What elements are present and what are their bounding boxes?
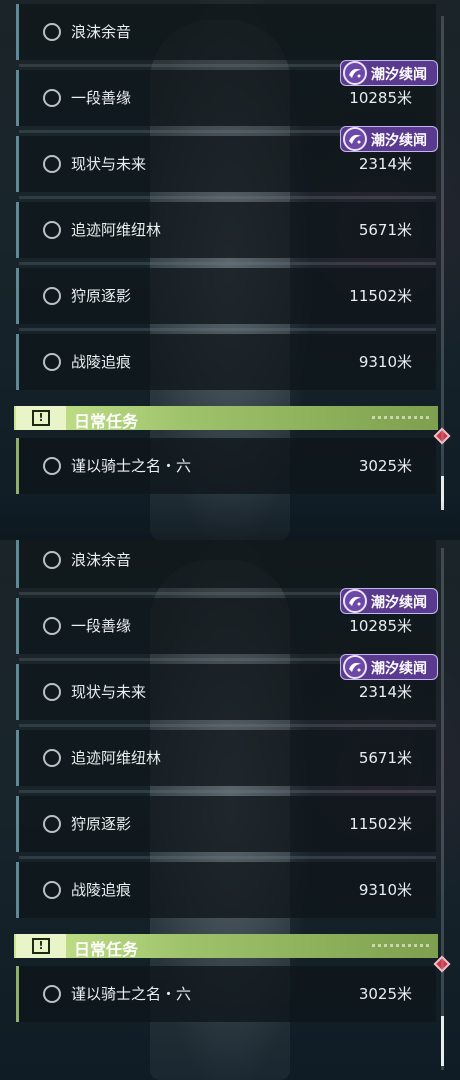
tidal-quest-emblem-icon (343, 127, 367, 151)
circle-ring-icon (43, 155, 61, 173)
tidal-tag-badge: 潮汐续闻 (340, 60, 438, 86)
row-divider (19, 328, 436, 331)
quest-distance: 3025米 (358, 985, 412, 1003)
quest-name: 现状与未来 (71, 683, 147, 701)
quest-name: 浪沫余音 (71, 551, 132, 569)
quest-distance: 9310米 (358, 353, 412, 371)
daily-quest-row[interactable]: 谨以骑士之名・六 3025米 (16, 955, 451, 1022)
quest-name: 战陵追痕 (71, 881, 132, 899)
quest-distance: 10285米 (349, 617, 412, 635)
exclamation-glyph: ! (32, 938, 50, 954)
quest-list-panel-2: 浪沫余音 一段善缘 10285米 潮汐续闻 现状与未来 2314米 潮汐续闻 追… (0, 540, 460, 1080)
quest-name: 一段善缘 (71, 89, 132, 107)
exclamation-box-icon: ! (16, 406, 66, 430)
quest-row-3[interactable]: 现状与未来 2314米 潮汐续闻 (16, 654, 438, 720)
quest-distance: 11502米 (349, 815, 412, 833)
row-divider (19, 196, 436, 199)
quest-name: 狩原逐影 (71, 287, 132, 305)
circle-ring-icon (43, 815, 61, 833)
daily-tasks-title: 日常任务 (74, 940, 139, 959)
circle-ring-icon (43, 985, 61, 1003)
quest-name: 谨以骑士之名・六 (71, 985, 192, 1003)
quest-name: 一段善缘 (71, 617, 132, 635)
row-divider (19, 790, 436, 793)
tidal-tag-badge: 潮汐续闻 (340, 588, 438, 614)
quest-row-5[interactable]: 狩原逐影 11502米 (16, 790, 436, 852)
scrollbar-thumb[interactable] (441, 1016, 444, 1066)
tag-label: 潮汐续闻 (371, 133, 427, 149)
circle-ring-icon (43, 881, 61, 899)
quest-row-4[interactable]: 追迹阿维纽林 5671米 (16, 724, 436, 786)
row-divider (19, 724, 436, 727)
daily-quest-row[interactable]: 谨以骑士之名・六 3025米 (16, 427, 451, 494)
quest-distance: 11502米 (349, 287, 412, 305)
tidal-tag-badge: 潮汐续闻 (340, 126, 438, 152)
quest-row-3[interactable]: 现状与未来 2314米 潮汐续闻 (16, 126, 438, 192)
daily-tasks-header[interactable]: ! 日常任务 (14, 934, 438, 959)
quest-distance: 9310米 (358, 881, 412, 899)
quest-list-panel-1: 浪沫余音 一段善缘 10285米 潮汐续闻 现状与未来 2314米 潮汐续闻 追… (0, 0, 460, 540)
tag-label: 潮汐续闻 (371, 67, 427, 83)
quest-row-2[interactable]: 一段善缘 10285米 潮汐续闻 (16, 588, 438, 654)
quest-row-1[interactable]: 浪沫余音 (16, 4, 436, 60)
quest-row-6[interactable]: 战陵追痕 9310米 (16, 856, 436, 918)
bottom-shade (0, 500, 460, 540)
quest-name: 战陵追痕 (71, 353, 132, 371)
tag-label: 潮汐续闻 (371, 595, 427, 611)
quest-distance: 10285米 (349, 89, 412, 107)
exclamation-box-icon: ! (16, 934, 66, 958)
exclamation-glyph: ! (32, 410, 50, 426)
quest-distance: 5671米 (358, 749, 412, 767)
quest-name: 追迹阿维纽林 (71, 749, 162, 767)
circle-ring-icon (43, 221, 61, 239)
circle-ring-icon (43, 23, 61, 41)
circle-ring-icon (43, 89, 61, 107)
header-decoration (372, 416, 432, 419)
quest-name: 现状与未来 (71, 155, 147, 173)
quest-name: 狩原逐影 (71, 815, 132, 833)
circle-ring-icon (43, 353, 61, 371)
quest-row-1[interactable]: 浪沫余音 (16, 540, 436, 588)
circle-ring-icon (43, 457, 61, 475)
circle-ring-icon (43, 749, 61, 767)
quest-distance: 2314米 (358, 155, 412, 173)
circle-ring-icon (43, 551, 61, 569)
quest-distance: 3025米 (358, 457, 412, 475)
circle-ring-icon (43, 617, 61, 635)
tag-label: 潮汐续闻 (371, 661, 427, 677)
scrollbar-track[interactable] (441, 16, 444, 510)
quest-row-5[interactable]: 狩原逐影 11502米 (16, 262, 436, 324)
quest-row-6[interactable]: 战陵追痕 9310米 (16, 328, 436, 390)
quest-row-4[interactable]: 追迹阿维纽林 5671米 (16, 196, 436, 258)
quest-name: 谨以骑士之名・六 (71, 457, 192, 475)
quest-distance: 2314米 (358, 683, 412, 701)
quest-name: 追迹阿维纽林 (71, 221, 162, 239)
quest-name: 浪沫余音 (71, 23, 132, 41)
tidal-quest-emblem-icon (343, 589, 367, 613)
tidal-quest-emblem-icon (343, 61, 367, 85)
header-decoration (372, 944, 432, 947)
tidal-tag-badge: 潮汐续闻 (340, 654, 438, 680)
circle-ring-icon (43, 287, 61, 305)
quest-row-2[interactable]: 一段善缘 10285米 潮汐续闻 (16, 60, 438, 126)
row-divider (19, 262, 436, 265)
circle-ring-icon (43, 683, 61, 701)
daily-tasks-header[interactable]: ! 日常任务 (14, 406, 438, 431)
quest-distance: 5671米 (358, 221, 412, 239)
row-divider (19, 856, 436, 859)
scrollbar-track[interactable] (441, 548, 444, 1070)
tidal-quest-emblem-icon (343, 655, 367, 679)
daily-tasks-title: 日常任务 (74, 412, 139, 431)
